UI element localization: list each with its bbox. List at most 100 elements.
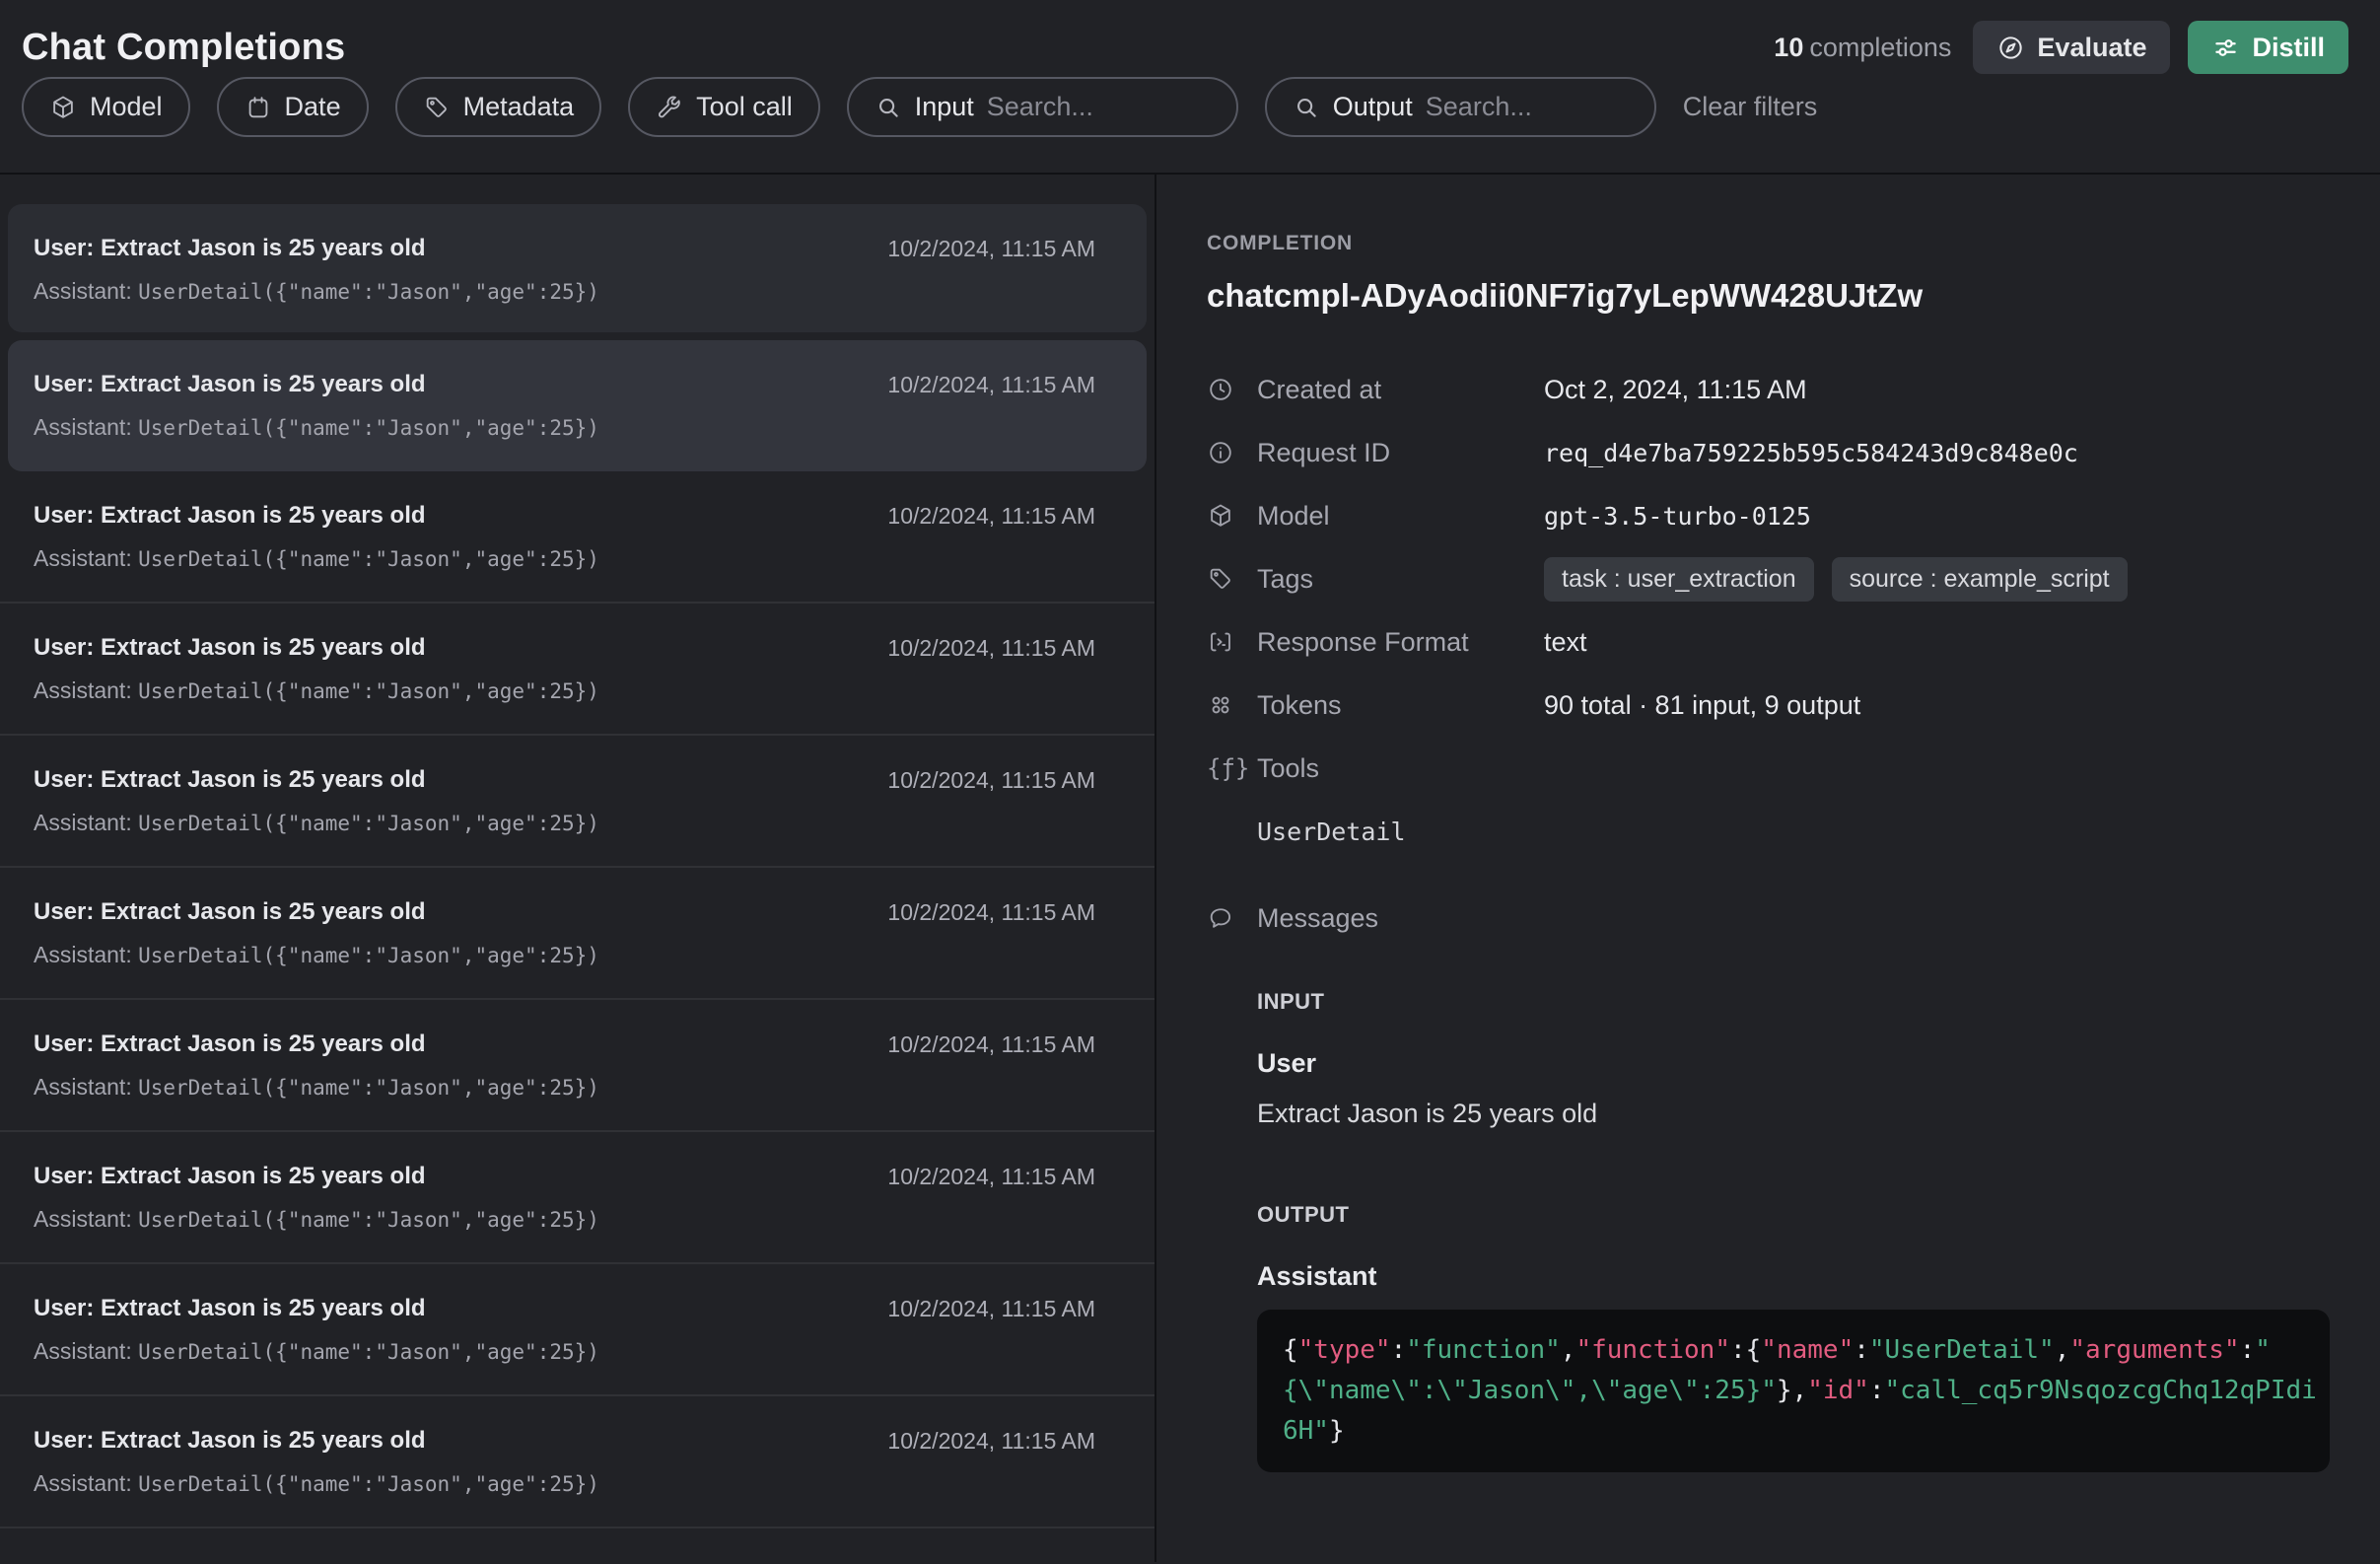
list-item[interactable]: User: Extract Jason is 25 years old Assi… [8, 204, 1147, 332]
clear-filters-button[interactable]: Clear filters [1683, 92, 1818, 122]
row-label: Response Format [1257, 627, 1544, 658]
list-item[interactable]: User: Extract Jason is 25 years old Assi… [0, 736, 1155, 868]
item-assistant-code: UserDetail({"name":"Jason","age":25}) [138, 280, 599, 304]
calendar-icon [245, 94, 272, 121]
model-value: gpt-3.5-turbo-0125 [1544, 502, 1811, 531]
input-role: User [1257, 1048, 2331, 1079]
output-search-placeholder: Search... [1426, 92, 1532, 122]
item-assistant-line: Assistant: UserDetail({"name":"Jason","a… [34, 941, 1095, 969]
tool-list-item: UserDetail [1257, 804, 2331, 859]
input-search[interactable]: Input Search... [847, 77, 1238, 137]
item-assistant-line: Assistant: UserDetail({"name":"Jason","a… [34, 1205, 1095, 1234]
tag-icon [423, 94, 451, 121]
input-search-placeholder: Search... [987, 92, 1093, 122]
filter-metadata-label: Metadata [463, 92, 575, 122]
tag-chip: task : user_extraction [1544, 557, 1814, 602]
input-heading: INPUT [1257, 989, 2331, 1015]
model-cube-icon [49, 94, 77, 121]
clock-icon [1207, 376, 1257, 403]
messages-label: Messages [1257, 903, 1544, 934]
item-assistant-line: Assistant: UserDetail({"name":"Jason","a… [34, 676, 1095, 705]
input-search-label: Input [915, 92, 974, 122]
input-content: Extract Jason is 25 years old [1257, 1099, 2331, 1129]
row-tags: Tags task : user_extraction source : exam… [1207, 547, 2331, 610]
row-label: Tokens [1257, 690, 1544, 721]
item-assistant-code: UserDetail({"name":"Jason","age":25}) [138, 1472, 599, 1496]
row-created-at: Created at Oct 2, 2024, 11:15 AM [1207, 358, 2331, 421]
tokens-value: 90 total · 81 input, 9 output [1544, 690, 1860, 721]
created-at-value: Oct 2, 2024, 11:15 AM [1544, 375, 1807, 405]
list-item[interactable]: User: Extract Jason is 25 years old Assi… [0, 1000, 1155, 1132]
app: Chat Completions 10completions Evaluate [0, 0, 2380, 1562]
filter-model-label: Model [90, 92, 163, 122]
distill-button-label: Distill [2252, 33, 2325, 63]
item-assistant-prefix: Assistant: [34, 1206, 138, 1232]
output-search[interactable]: Output Search... [1265, 77, 1656, 137]
list-item[interactable]: User: Extract Jason is 25 years old Assi… [0, 1396, 1155, 1528]
item-assistant-line: Assistant: UserDetail({"name":"Jason","a… [34, 809, 1095, 837]
input-section: INPUT User Extract Jason is 25 years old [1207, 989, 2331, 1129]
page-title: Chat Completions [22, 27, 345, 69]
detail-panel: COMPLETION chatcmpl-ADyAodii0NF7ig7yLepW… [1156, 175, 2380, 1562]
item-assistant-code: UserDetail({"name":"Jason","age":25}) [138, 547, 599, 571]
completions-count: 10completions [1774, 33, 1951, 63]
list-item[interactable]: User: Extract Jason is 25 years old Assi… [0, 604, 1155, 736]
row-tokens: Tokens 90 total · 81 input, 9 output [1207, 674, 2331, 737]
tools-braces-icon: {ƒ} [1207, 754, 1257, 782]
item-assistant-prefix: Assistant: [34, 1338, 138, 1364]
item-assistant-line: Assistant: UserDetail({"name":"Jason","a… [34, 413, 1095, 442]
list-item[interactable]: User: Extract Jason is 25 years old Assi… [0, 1132, 1155, 1264]
row-model: Model gpt-3.5-turbo-0125 [1207, 484, 2331, 547]
detail-rows: Created at Oct 2, 2024, 11:15 AM Request… [1207, 358, 2331, 950]
item-timestamp: 10/2/2024, 11:15 AM [887, 1296, 1095, 1322]
filter-date[interactable]: Date [217, 77, 369, 137]
evaluate-button[interactable]: Evaluate [1973, 21, 2170, 74]
completions-list: User: Extract Jason is 25 years old Assi… [0, 175, 1156, 1562]
output-search-label: Output [1333, 92, 1413, 122]
header: Chat Completions 10completions Evaluate [0, 0, 2380, 175]
filter-tool-call[interactable]: Tool call [628, 77, 820, 137]
wrench-icon [656, 94, 683, 121]
code-block: {"type":"function","function":{"name":"U… [1257, 1310, 2330, 1472]
row-messages: Messages [1207, 887, 2331, 950]
filter-date-label: Date [285, 92, 341, 122]
model-cube-icon [1207, 502, 1257, 530]
item-assistant-prefix: Assistant: [34, 414, 138, 440]
item-assistant-prefix: Assistant: [34, 278, 138, 304]
item-assistant-prefix: Assistant: [34, 545, 138, 571]
output-section: OUTPUT Assistant {"type":"function","fun… [1207, 1202, 2331, 1472]
sliders-icon [2211, 34, 2240, 62]
list-item[interactable]: User: Extract Jason is 25 years old Assi… [0, 1264, 1155, 1396]
filter-metadata[interactable]: Metadata [395, 77, 602, 137]
item-timestamp: 10/2/2024, 11:15 AM [887, 1428, 1095, 1455]
item-assistant-code: UserDetail({"name":"Jason","age":25}) [138, 1208, 599, 1232]
compass-icon [1996, 34, 2025, 62]
row-label: Tools [1257, 753, 1544, 784]
item-timestamp: 10/2/2024, 11:15 AM [887, 635, 1095, 662]
item-assistant-code: UserDetail({"name":"Jason","age":25}) [138, 679, 599, 703]
list-item[interactable]: User: Extract Jason is 25 years old Assi… [0, 868, 1155, 1000]
item-assistant-line: Assistant: UserDetail({"name":"Jason","a… [34, 544, 1095, 573]
row-tools: {ƒ} Tools [1207, 737, 2331, 800]
item-assistant-line: Assistant: UserDetail({"name":"Jason","a… [34, 277, 1095, 306]
item-timestamp: 10/2/2024, 11:15 AM [887, 1164, 1095, 1190]
completion-section-label: COMPLETION [1207, 232, 2331, 255]
item-timestamp: 10/2/2024, 11:15 AM [887, 767, 1095, 794]
item-assistant-prefix: Assistant: [34, 677, 138, 703]
info-icon [1207, 439, 1257, 466]
row-label: Model [1257, 501, 1544, 532]
row-label: Request ID [1257, 438, 1544, 468]
header-actions: 10completions Evaluate [1774, 21, 2348, 74]
distill-button[interactable]: Distill [2188, 21, 2348, 74]
tag-chip: source : example_script [1832, 557, 2128, 602]
filter-tool-call-label: Tool call [696, 92, 793, 122]
request-id-value: req_d4e7ba759225b595c584243d9c848e0c [1544, 439, 2078, 467]
item-assistant-line: Assistant: UserDetail({"name":"Jason","a… [34, 1337, 1095, 1366]
list-item[interactable]: User: Extract Jason is 25 years old Assi… [0, 471, 1155, 604]
item-assistant-prefix: Assistant: [34, 1074, 138, 1100]
list-item[interactable]: User: Extract Jason is 25 years old Assi… [8, 340, 1147, 471]
header-top: Chat Completions 10completions Evaluate [22, 0, 2348, 77]
filter-model[interactable]: Model [22, 77, 190, 137]
item-assistant-code: UserDetail({"name":"Jason","age":25}) [138, 812, 599, 835]
row-label: Tags [1257, 564, 1544, 595]
